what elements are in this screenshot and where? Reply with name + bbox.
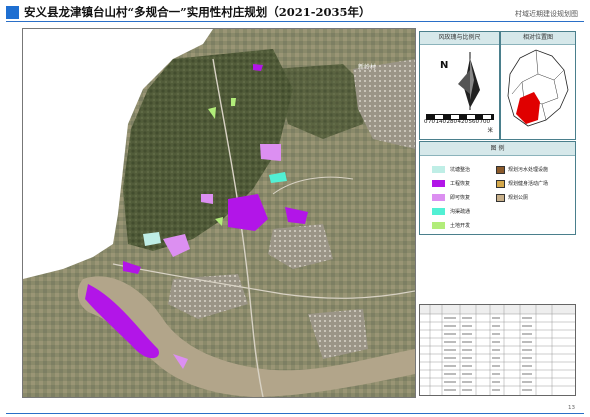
north-label: N <box>440 60 449 71</box>
legend-panel: 图 例 坑塘整治 工程恢复 即可恢复 沟渠疏通 土地开发 规划污水处理设施 规划… <box>419 141 576 235</box>
legend-title: 图 例 <box>420 142 575 156</box>
legend-swatch-immediate <box>432 194 445 201</box>
page-title: 安义县龙津镇台山村“多规合一”实用性村庄规划（2021-2035年） <box>24 5 371 19</box>
bottom-rule <box>6 413 584 414</box>
location-panel: 相对位置图 <box>500 31 576 140</box>
public-toilet-icon <box>496 194 505 202</box>
village-label-xinling: 新岭村 <box>358 63 376 71</box>
legend-swatch-land <box>432 222 445 229</box>
legend-label-canal: 沟渠疏通 <box>450 209 471 215</box>
map-subtitle: 村域近期建设规划图 <box>515 10 578 18</box>
legend-swatch-engineering <box>432 180 445 187</box>
scale-unit: 米 <box>487 128 493 134</box>
restoration-immediate-zone <box>260 144 281 161</box>
scale-labels: 0 70 140 280 420 560 700 <box>424 119 490 125</box>
page-number: 13 <box>568 405 575 411</box>
location-map <box>507 49 569 127</box>
legend-label-toilet: 规划公厕 <box>508 195 529 201</box>
satellite-map[interactable]: 新岭村 <box>22 28 416 398</box>
legend-label-wastewater: 规划污水处理设施 <box>508 167 549 173</box>
fitness-plaza-icon <box>496 180 505 188</box>
compass-panel-title: 风玫瑰与比例尺 <box>420 32 499 45</box>
legend-label-immediate: 即可恢复 <box>450 195 471 201</box>
compass-scale-panel: 风玫瑰与比例尺 N 0 70 140 280 420 560 700 米 <box>419 31 500 140</box>
legend-label-pond: 坑塘整治 <box>450 167 471 173</box>
title-marker <box>6 6 19 19</box>
legend-label-land: 土地开发 <box>450 223 471 229</box>
wind-rose-icon <box>458 52 480 110</box>
legend-label-fitness: 规划健身活动广场 <box>508 181 549 187</box>
project-table-grid <box>420 305 575 395</box>
legend-swatch-canal <box>432 208 445 215</box>
title-underline <box>6 21 584 22</box>
legend-swatch-pond <box>432 166 445 173</box>
project-table <box>419 304 576 396</box>
legend-label-engineering: 工程恢复 <box>450 181 471 187</box>
wastewater-facility-icon <box>496 166 505 174</box>
location-panel-title: 相对位置图 <box>501 32 575 45</box>
